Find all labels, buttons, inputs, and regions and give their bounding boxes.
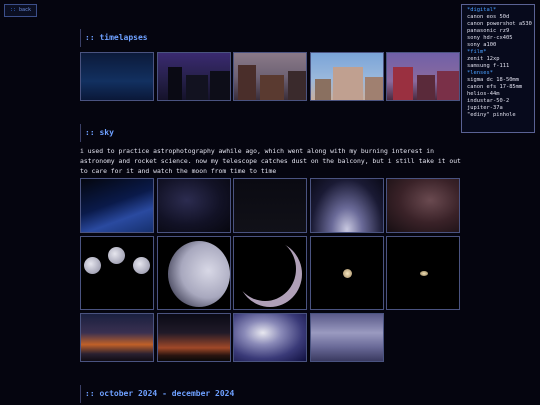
gear-item: sigma dc 18-50mm bbox=[467, 77, 519, 83]
timelapse-thumbnail[interactable] bbox=[386, 52, 460, 101]
section-title-timelapses: :: timelapses bbox=[80, 29, 460, 47]
timelapse-thumbnail[interactable] bbox=[157, 52, 231, 101]
gear-item: "ediny" pinhole bbox=[467, 112, 516, 118]
gear-item: canon efs 17-85mm bbox=[467, 84, 523, 90]
gear-item: sony hdr-cx405 bbox=[467, 35, 513, 41]
gear-panel: *digital* canon eos 50d canon powershot … bbox=[461, 4, 535, 133]
gear-item: industar-50-2 bbox=[467, 98, 510, 104]
sky-photo[interactable] bbox=[80, 178, 154, 233]
sky-photo[interactable] bbox=[310, 178, 384, 233]
section-title-sky: :: sky bbox=[80, 124, 460, 142]
gear-heading-lenses: *lenses* bbox=[467, 70, 493, 76]
sky-photo[interactable] bbox=[310, 313, 384, 362]
sky-photo[interactable] bbox=[233, 313, 307, 362]
sky-photo[interactable] bbox=[157, 313, 231, 362]
section-title-period: :: october 2024 - december 2024 bbox=[80, 385, 460, 403]
gear-item: sony a100 bbox=[467, 42, 497, 48]
sky-photo[interactable] bbox=[233, 178, 307, 233]
gear-item: helios-44m bbox=[467, 91, 500, 97]
sky-photo[interactable] bbox=[80, 313, 154, 362]
timelapse-thumbnail[interactable] bbox=[233, 52, 307, 101]
back-button[interactable]: :: back bbox=[4, 4, 37, 17]
back-prefix: :: bbox=[9, 7, 16, 13]
gear-item: jupiter-37a bbox=[467, 105, 503, 111]
timelapse-thumbnail[interactable] bbox=[80, 52, 154, 101]
sky-photo[interactable] bbox=[386, 178, 460, 233]
gear-item: panasonic rz9 bbox=[467, 28, 510, 34]
gear-heading-film: *film* bbox=[467, 49, 487, 55]
sky-photo[interactable] bbox=[80, 236, 154, 310]
sky-photo[interactable] bbox=[157, 178, 231, 233]
gear-item: samsung f-111 bbox=[467, 63, 510, 69]
sky-photo[interactable] bbox=[233, 236, 307, 310]
sky-photo[interactable] bbox=[386, 236, 460, 310]
sky-photo[interactable] bbox=[157, 236, 231, 310]
back-label: back bbox=[19, 7, 32, 13]
gear-item: canon powershot a530 bbox=[467, 21, 532, 27]
gear-item: zenit 12xp bbox=[467, 56, 500, 62]
timelapse-thumbnail[interactable] bbox=[310, 52, 384, 101]
gear-heading-digital: *digital* bbox=[467, 7, 497, 13]
sky-description: i used to practice astrophotography awhi… bbox=[80, 147, 461, 175]
sky-photo[interactable] bbox=[310, 236, 384, 310]
gear-item: canon eos 50d bbox=[467, 14, 510, 20]
